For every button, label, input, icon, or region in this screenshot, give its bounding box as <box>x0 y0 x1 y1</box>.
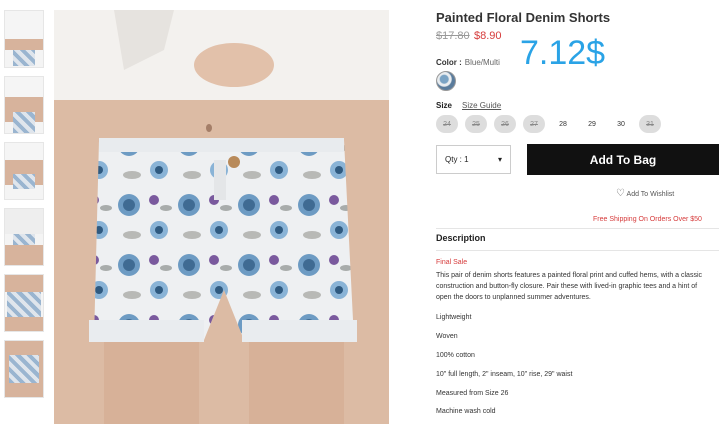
wishlist-link[interactable]: ♡ Add To Wishlist <box>616 188 674 199</box>
divider <box>436 250 719 251</box>
description-line: open the doors to unplanned summer adven… <box>436 294 591 301</box>
size-guide-link[interactable]: Size Guide <box>462 101 501 110</box>
size-option-29[interactable]: 29 <box>581 115 603 133</box>
size-option-31[interactable]: 31 <box>639 115 661 133</box>
thumbnail-1[interactable] <box>4 10 44 68</box>
description-line: This pair of denim shorts features a pai… <box>436 272 703 279</box>
divider <box>436 228 719 229</box>
sale-price: $8.90 <box>474 30 502 42</box>
add-to-bag-button[interactable]: Add To Bag <box>527 144 719 175</box>
shipping-notice: Free Shipping On Orders Over $50 <box>593 216 702 223</box>
description-heading: Description <box>436 233 486 243</box>
product-title: Painted Floral Denim Shorts <box>436 10 611 25</box>
color-value: Blue/Multi <box>464 58 500 67</box>
size-option-25[interactable]: 25 <box>465 115 487 133</box>
thumbnail-list <box>4 10 48 406</box>
size-option-26[interactable]: 26 <box>494 115 516 133</box>
spec-item: 10" full length, 2" inseam, 10" rise, 29… <box>436 371 573 378</box>
product-main-image <box>54 10 389 424</box>
heart-icon: ♡ <box>616 188 625 199</box>
size-label: Size <box>436 101 453 110</box>
quantity-label: Qty : 1 <box>445 155 469 164</box>
color-swatch[interactable] <box>436 71 456 91</box>
thumbnail-4[interactable] <box>4 208 44 266</box>
wishlist-label: Add To Wishlist <box>626 191 675 198</box>
quantity-select[interactable]: Qty : 1 ▾ <box>436 145 511 174</box>
spec-item: Lightweight <box>436 314 472 321</box>
size-row: Size Size Guide <box>436 101 501 110</box>
spec-item: Measured from Size 26 <box>436 390 509 397</box>
size-option-24[interactable]: 24 <box>436 115 458 133</box>
description-text: This pair of denim shorts features a pai… <box>436 270 719 303</box>
spec-item: Woven <box>436 333 458 340</box>
product-photo <box>54 10 389 424</box>
original-price: $17.80 <box>436 30 470 42</box>
color-row: Color : Blue/Multi <box>436 58 500 67</box>
spec-item: Machine wash cold <box>436 408 496 415</box>
final-sale-label: Final Sale <box>436 259 468 266</box>
thumbnail-5[interactable] <box>4 274 44 332</box>
chevron-down-icon: ▾ <box>497 155 502 164</box>
size-option-27[interactable]: 27 <box>523 115 545 133</box>
spec-item: 100% cotton <box>436 352 475 359</box>
description-line: construction and button-fly closure. Pai… <box>436 283 698 290</box>
thumbnail-6[interactable] <box>4 340 44 398</box>
size-option-30[interactable]: 30 <box>610 115 632 133</box>
color-label: Color : <box>436 58 462 67</box>
overlay-price: 7.12$ <box>520 34 606 72</box>
size-option-28[interactable]: 28 <box>552 115 574 133</box>
thumbnail-2[interactable] <box>4 76 44 134</box>
size-options: 24 25 26 27 28 29 30 31 <box>436 115 661 133</box>
thumbnail-3[interactable] <box>4 142 44 200</box>
